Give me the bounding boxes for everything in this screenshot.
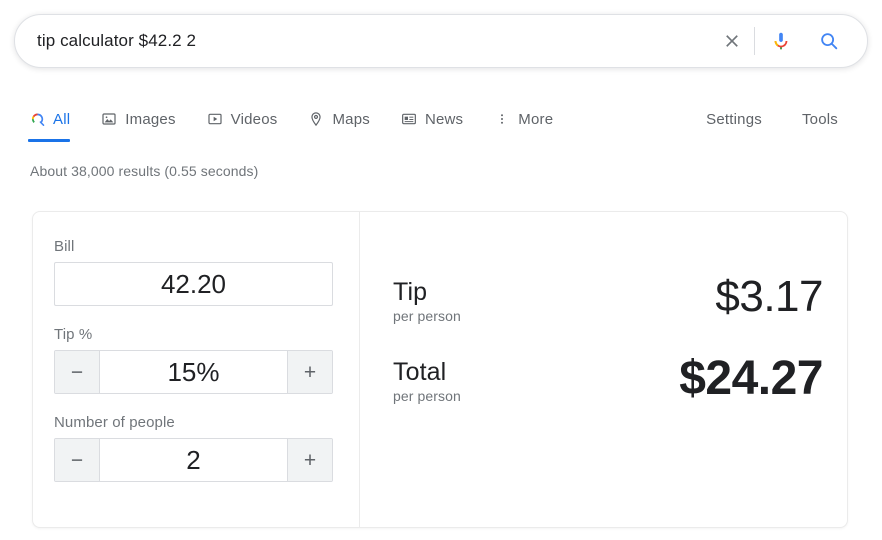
search-divider bbox=[754, 27, 755, 55]
search-bar: tip calculator $42.2 2 bbox=[14, 14, 868, 68]
total-result-sublabel: per person bbox=[393, 388, 461, 404]
tip-result-value: $3.17 bbox=[715, 272, 823, 322]
tip-percent-increment-button[interactable]: + bbox=[287, 351, 332, 393]
settings-link[interactable]: Settings bbox=[706, 111, 762, 128]
tab-label: Images bbox=[125, 111, 175, 128]
tab-label: All bbox=[53, 111, 70, 128]
tab-news[interactable]: News bbox=[400, 100, 463, 138]
tip-percent-label: Tip % bbox=[54, 326, 331, 343]
more-vertical-icon bbox=[493, 110, 511, 128]
nav-tabs: All Images Videos bbox=[28, 100, 583, 138]
search-icon-glyph bbox=[818, 30, 840, 52]
tip-percent-decrement-button[interactable]: − bbox=[55, 351, 100, 393]
tip-result-row: Tip per person $3.17 bbox=[393, 272, 823, 324]
tab-label: Maps bbox=[332, 111, 369, 128]
calculator-results-panel: Tip per person $3.17 Total per person $2… bbox=[360, 212, 847, 527]
people-stepper: − 2 + bbox=[54, 438, 333, 482]
people-label: Number of people bbox=[54, 414, 331, 431]
tab-label: More bbox=[518, 111, 553, 128]
search-icon[interactable] bbox=[809, 21, 849, 61]
calculator-inputs-panel: Bill 42.20 Tip % − 15% + Number of peopl… bbox=[33, 212, 360, 527]
newspaper-icon bbox=[400, 110, 418, 128]
map-pin-icon bbox=[307, 110, 325, 128]
total-result-label: Total bbox=[393, 358, 461, 387]
bill-label: Bill bbox=[54, 238, 331, 255]
tab-more[interactable]: More bbox=[493, 100, 553, 138]
total-result-value: $24.27 bbox=[679, 352, 823, 406]
tab-images[interactable]: Images bbox=[100, 100, 175, 138]
tab-label: News bbox=[425, 111, 463, 128]
nav-right-actions: Settings Tools bbox=[666, 100, 882, 138]
search-nav: All Images Videos bbox=[0, 100, 882, 144]
people-decrement-button[interactable]: − bbox=[55, 439, 100, 481]
tab-label: Videos bbox=[231, 111, 278, 128]
tools-link[interactable]: Tools bbox=[802, 111, 838, 128]
people-input[interactable]: 2 bbox=[100, 439, 287, 481]
people-increment-button[interactable]: + bbox=[287, 439, 332, 481]
search-input[interactable]: tip calculator $42.2 2 bbox=[37, 29, 712, 53]
search-actions bbox=[712, 15, 849, 67]
google-search-icon bbox=[28, 110, 46, 128]
tab-videos[interactable]: Videos bbox=[206, 100, 278, 138]
microphone-icon-glyph bbox=[770, 30, 792, 52]
tip-percent-stepper: − 15% + bbox=[54, 350, 333, 394]
search-box[interactable]: tip calculator $42.2 2 bbox=[14, 14, 868, 68]
tip-calculator-card: Bill 42.20 Tip % − 15% + Number of peopl… bbox=[32, 211, 848, 528]
tip-result-label: Tip bbox=[393, 278, 461, 307]
bill-input[interactable]: 42.20 bbox=[54, 262, 333, 306]
tip-result-sublabel: per person bbox=[393, 308, 461, 324]
close-icon[interactable] bbox=[712, 21, 752, 61]
result-stats: About 38,000 results (0.55 seconds) bbox=[30, 163, 258, 179]
tab-maps[interactable]: Maps bbox=[307, 100, 369, 138]
total-result-row: Total per person $24.27 bbox=[393, 352, 823, 406]
tab-all[interactable]: All bbox=[28, 100, 70, 138]
tip-percent-input[interactable]: 15% bbox=[100, 351, 287, 393]
tip-result-labels: Tip per person bbox=[393, 272, 461, 324]
image-icon bbox=[100, 110, 118, 128]
total-result-labels: Total per person bbox=[393, 352, 461, 404]
microphone-icon[interactable] bbox=[761, 21, 801, 61]
video-icon bbox=[206, 110, 224, 128]
close-icon-glyph bbox=[722, 31, 742, 51]
